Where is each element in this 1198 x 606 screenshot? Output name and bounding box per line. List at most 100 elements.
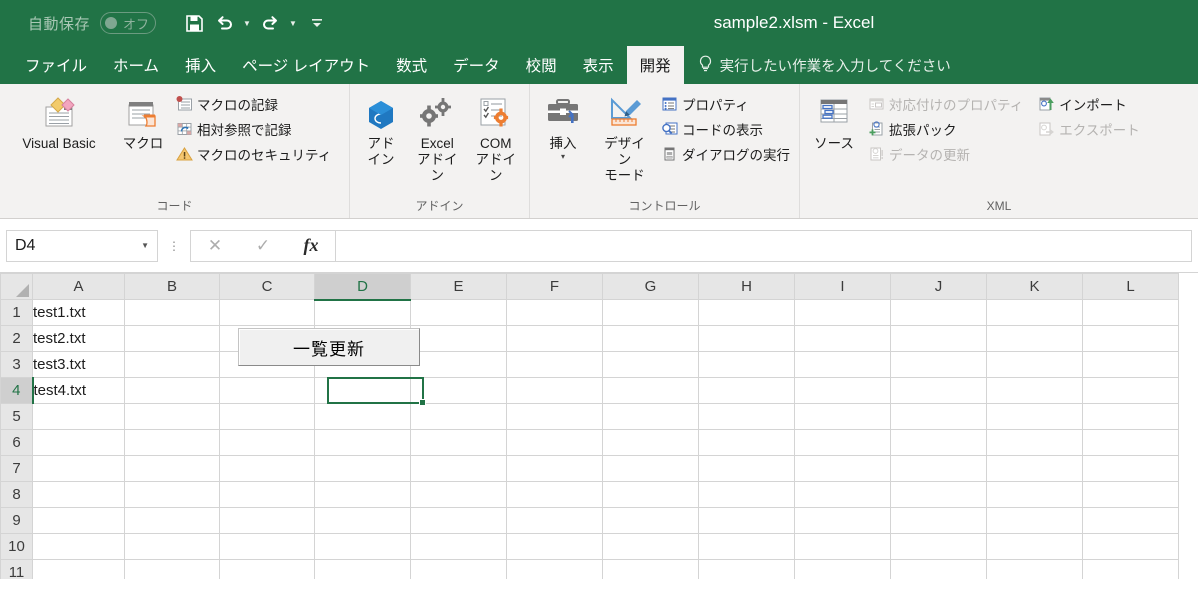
cell-l3[interactable] <box>1082 351 1179 378</box>
cell-d9[interactable] <box>314 507 411 534</box>
cell-e4[interactable] <box>410 377 507 404</box>
cell-d8[interactable] <box>314 481 411 508</box>
cell-l9[interactable] <box>1082 507 1179 534</box>
cell-b10[interactable] <box>124 533 220 560</box>
autosave-toggle[interactable]: オフ <box>100 12 157 34</box>
cell-j3[interactable] <box>890 351 987 378</box>
cell-i2[interactable] <box>794 325 891 352</box>
cell-h3[interactable] <box>698 351 795 378</box>
cell-a8[interactable] <box>32 481 125 508</box>
design-mode-button[interactable]: デザイン モード <box>593 90 656 186</box>
cell-i9[interactable] <box>794 507 891 534</box>
cell-h4[interactable] <box>698 377 795 404</box>
cell-c9[interactable] <box>219 507 315 534</box>
cell-l7[interactable] <box>1082 455 1179 482</box>
row-header-2[interactable]: 2 <box>0 325 33 352</box>
row-header-11[interactable]: 11 <box>0 559 33 579</box>
tab-page-layout[interactable]: ページ レイアウト <box>229 46 383 84</box>
cell-b1[interactable] <box>124 299 220 326</box>
cell-k7[interactable] <box>986 455 1083 482</box>
cell-j2[interactable] <box>890 325 987 352</box>
cell-j11[interactable] <box>890 559 987 579</box>
cell-l5[interactable] <box>1082 403 1179 430</box>
cell-h10[interactable] <box>698 533 795 560</box>
tab-formulas[interactable]: 数式 <box>383 46 440 84</box>
cell-d6[interactable] <box>314 429 411 456</box>
cell-e5[interactable] <box>410 403 507 430</box>
cell-b6[interactable] <box>124 429 220 456</box>
cell-a11[interactable] <box>32 559 125 579</box>
run-dialog-button[interactable]: ダイアログの実行 <box>658 141 794 166</box>
cell-a9[interactable] <box>32 507 125 534</box>
row-header-8[interactable]: 8 <box>0 481 33 508</box>
cell-a5[interactable] <box>32 403 125 430</box>
cell-e6[interactable] <box>410 429 507 456</box>
row-header-1[interactable]: 1 <box>0 299 33 326</box>
cell-g3[interactable] <box>602 351 699 378</box>
cell-g4[interactable] <box>602 377 699 404</box>
tab-home[interactable]: ホーム <box>100 46 172 84</box>
redo-icon[interactable] <box>256 9 284 37</box>
cell-b4[interactable] <box>124 377 220 404</box>
cell-g10[interactable] <box>602 533 699 560</box>
cell-k8[interactable] <box>986 481 1083 508</box>
cell-k1[interactable] <box>986 299 1083 326</box>
insert-control-button[interactable]: 挿入 ▾ <box>535 90 591 163</box>
column-header-l[interactable]: L <box>1082 273 1179 300</box>
tab-file[interactable]: ファイル <box>12 46 100 84</box>
excel-addins-button[interactable]: Excel アドイン <box>409 90 466 186</box>
cell-c7[interactable] <box>219 455 315 482</box>
confirm-entry-button[interactable]: ✓ <box>239 231 287 261</box>
cell-l2[interactable] <box>1082 325 1179 352</box>
row-header-7[interactable]: 7 <box>0 455 33 482</box>
cell-d5[interactable] <box>314 403 411 430</box>
cell-d11[interactable] <box>314 559 411 579</box>
cell-c8[interactable] <box>219 481 315 508</box>
import-button[interactable]: インポート <box>1035 91 1144 116</box>
cell-i8[interactable] <box>794 481 891 508</box>
cell-a1[interactable]: test1.txt <box>32 299 125 326</box>
cell-f3[interactable] <box>506 351 603 378</box>
cell-i7[interactable] <box>794 455 891 482</box>
cell-k3[interactable] <box>986 351 1083 378</box>
cell-e10[interactable] <box>410 533 507 560</box>
properties-button[interactable]: プロパティ <box>658 91 794 116</box>
cell-f1[interactable] <box>506 299 603 326</box>
cell-l6[interactable] <box>1082 429 1179 456</box>
cell-h7[interactable] <box>698 455 795 482</box>
column-header-k[interactable]: K <box>986 273 1083 300</box>
cell-h11[interactable] <box>698 559 795 579</box>
redo-dropdown-icon[interactable]: ▼ <box>286 10 300 36</box>
cell-l4[interactable] <box>1082 377 1179 404</box>
cell-g7[interactable] <box>602 455 699 482</box>
cell-f11[interactable] <box>506 559 603 579</box>
cell-h1[interactable] <box>698 299 795 326</box>
cell-h2[interactable] <box>698 325 795 352</box>
cell-h8[interactable] <box>698 481 795 508</box>
insert-function-button[interactable]: fx <box>287 231 335 261</box>
refresh-list-button[interactable]: 一覧更新 <box>238 328 420 366</box>
cell-j5[interactable] <box>890 403 987 430</box>
cell-k9[interactable] <box>986 507 1083 534</box>
tab-insert[interactable]: 挿入 <box>172 46 229 84</box>
cell-i11[interactable] <box>794 559 891 579</box>
cell-c1[interactable] <box>219 299 315 326</box>
cell-c10[interactable] <box>219 533 315 560</box>
cell-e3[interactable] <box>410 351 507 378</box>
cell-g9[interactable] <box>602 507 699 534</box>
tab-view[interactable]: 表示 <box>570 46 627 84</box>
cell-k6[interactable] <box>986 429 1083 456</box>
expansion-packs-button[interactable]: 拡張パック <box>865 116 1027 141</box>
save-icon[interactable] <box>180 9 208 37</box>
cell-a3[interactable]: test3.txt <box>32 351 125 378</box>
column-header-d[interactable]: D <box>314 273 411 301</box>
cell-c5[interactable] <box>219 403 315 430</box>
cell-e2[interactable] <box>410 325 507 352</box>
cell-f4[interactable] <box>506 377 603 404</box>
insert-control-caret-icon[interactable]: ▾ <box>561 152 565 161</box>
cell-g5[interactable] <box>602 403 699 430</box>
cell-k2[interactable] <box>986 325 1083 352</box>
cell-j4[interactable] <box>890 377 987 404</box>
name-box[interactable]: D4 ▼ <box>6 229 158 262</box>
addins-button[interactable]: アド イン <box>355 90 407 170</box>
